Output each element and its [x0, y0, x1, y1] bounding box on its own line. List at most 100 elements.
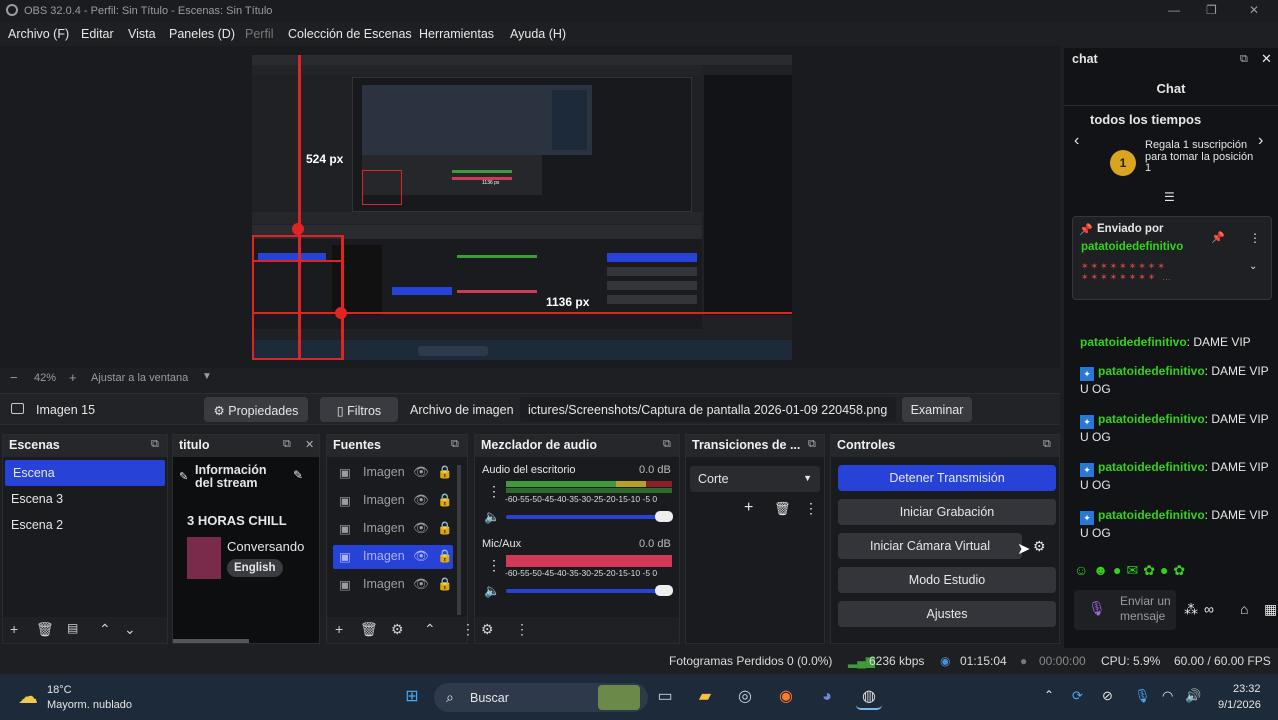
trash-icon[interactable]: 🗑 — [774, 501, 791, 517]
float-icon[interactable]: ⧉ — [1043, 438, 1051, 451]
scrollbar[interactable] — [173, 639, 249, 643]
lock-icon[interactable]: 🔒 — [437, 493, 453, 508]
connections-icon[interactable]: ⁂ — [1184, 601, 1198, 618]
chevron-up-icon[interactable]: ⌃ — [1044, 688, 1054, 702]
eye-hidden-icon[interactable]: 👁 — [413, 493, 429, 508]
obs-taskbar-icon[interactable]: ◍ — [856, 684, 882, 710]
filters-button[interactable]: ▯ Filtros — [320, 397, 398, 422]
pin-icon[interactable]: 📌 — [1211, 231, 1225, 244]
minimize-icon[interactable]: — — [1168, 3, 1180, 17]
eye-hidden-icon[interactable]: 👁 — [413, 549, 429, 564]
eye-hidden-icon[interactable]: 👁 — [413, 577, 429, 592]
volume-slider-handle[interactable] — [655, 511, 673, 522]
trash-icon[interactable]: 🗑 — [360, 621, 378, 638]
add-icon[interactable]: + — [335, 621, 343, 637]
menu-paneles[interactable]: Paneles (D) — [169, 27, 235, 41]
close-icon[interactable]: ✕ — [1261, 51, 1272, 67]
volume-icon[interactable]: 🔊 — [1185, 688, 1201, 704]
windows-start-icon[interactable]: ⊞ — [399, 684, 425, 710]
filter-icon[interactable]: ▤ — [67, 621, 78, 635]
add-icon[interactable]: + — [744, 499, 753, 517]
network-off-icon[interactable]: ⊘ — [1102, 688, 1113, 704]
add-icon[interactable]: + — [10, 621, 18, 637]
eye-hidden-icon[interactable]: 👁 — [413, 521, 429, 536]
gear-icon[interactable]: ⚙ — [391, 621, 404, 638]
weather-icon[interactable]: ☁ — [18, 684, 38, 709]
close-icon[interactable]: ✕ — [1249, 3, 1259, 17]
emote-bar[interactable]: ☺☻●✉✿●✿ — [1074, 562, 1190, 579]
wifi-icon[interactable]: ◠ — [1162, 688, 1173, 704]
lock-icon[interactable]: 🔒 — [437, 521, 453, 536]
store-icon[interactable]: ⌂ — [1240, 601, 1248, 617]
chevron-down-icon[interactable]: ⌄ — [1249, 261, 1257, 272]
more-icon[interactable]: ⋮ — [515, 621, 529, 638]
lock-icon[interactable]: 🔒 — [437, 577, 453, 592]
sync-icon[interactable]: ⟳ — [1072, 688, 1083, 704]
task-view-icon[interactable]: ▭ — [652, 684, 678, 710]
steam-icon[interactable]: ◎ — [732, 684, 758, 710]
properties-button[interactable]: ⚙ Propiedades — [204, 397, 308, 422]
browse-button[interactable]: Examinar — [902, 397, 972, 422]
float-icon[interactable]: ⧉ — [808, 438, 816, 451]
eye-hidden-icon[interactable]: 👁 — [413, 465, 429, 480]
start-virtual-camera-button[interactable]: Iniciar Cámara Virtual — [838, 533, 1022, 559]
volume-slider[interactable] — [506, 515, 666, 519]
zoom-out-icon[interactable]: − — [10, 370, 18, 385]
float-icon[interactable]: ⧉ — [451, 438, 459, 451]
taskbar-search[interactable]: ⌕ Buscar — [434, 683, 648, 712]
menu-perfil[interactable]: Perfil — [245, 27, 273, 41]
source-item-selected[interactable]: ▣ Imagen 👁 🔒 — [333, 545, 453, 569]
speaker-icon[interactable]: 🔈 — [484, 583, 500, 599]
scrollbar[interactable] — [457, 465, 461, 615]
lock-icon[interactable]: 🔒 — [437, 549, 453, 564]
scene-item[interactable]: Escena 3 — [3, 486, 167, 512]
more-icon[interactable]: ⋮ — [487, 557, 501, 574]
gear-icon[interactable]: ⚙ — [1033, 538, 1046, 555]
float-icon[interactable]: ⧉ — [663, 438, 671, 451]
volume-slider-handle[interactable] — [655, 585, 673, 596]
source-item[interactable]: ▣ Imagen 👁 🔒 — [333, 517, 453, 541]
float-icon[interactable]: ⧉ — [151, 438, 159, 451]
chevron-right-icon[interactable]: › — [1258, 132, 1263, 150]
firefox-icon[interactable]: ◉ — [773, 684, 799, 710]
collapse-icon[interactable]: ☰ — [1164, 190, 1175, 204]
lock-icon[interactable]: 🔒 — [437, 465, 453, 480]
settings-button[interactable]: Ajustes — [838, 601, 1056, 627]
microphone-icon[interactable]: 🎙 — [1134, 688, 1151, 704]
menu-herramientas[interactable]: Herramientas — [419, 27, 494, 41]
more-icon[interactable]: ⋮ — [487, 483, 501, 500]
fit-to-window[interactable]: Ajustar a la ventana — [91, 372, 188, 384]
microphone-icon[interactable]: 🎙 — [1088, 600, 1106, 617]
close-icon[interactable]: ✕ — [305, 438, 314, 451]
studio-mode-button[interactable]: Modo Estudio — [838, 567, 1056, 593]
more-icon[interactable]: ⋮ — [1249, 231, 1261, 245]
menu-coleccion-escenas[interactable]: Colección de Escenas — [288, 27, 412, 41]
source-item[interactable]: ▣ Imagen 👁 🔒 — [333, 573, 453, 597]
grid-icon[interactable]: ▦ — [1264, 601, 1277, 618]
chevron-left-icon[interactable]: ‹ — [1074, 132, 1079, 150]
volume-slider[interactable] — [506, 589, 666, 593]
chevron-down-icon[interactable]: ⌄ — [124, 621, 136, 638]
float-icon[interactable]: ⧉ — [283, 438, 291, 451]
stop-streaming-button[interactable]: Detener Transmisión — [838, 465, 1056, 491]
maximize-icon[interactable]: ❐ — [1206, 3, 1217, 17]
chevron-up-icon[interactable]: ⌃ — [99, 621, 111, 638]
file-path-field[interactable]: ictures/Screenshots/Captura de pantalla … — [520, 397, 896, 422]
scene-item[interactable]: Escena — [5, 460, 165, 486]
discord-icon[interactable]: ◕ — [814, 684, 840, 710]
trash-icon[interactable]: 🗑 — [36, 621, 54, 638]
float-icon[interactable]: ⧉ — [1240, 53, 1248, 66]
zoom-in-icon[interactable]: + — [69, 370, 77, 385]
start-recording-button[interactable]: Iniciar Grabación — [838, 499, 1056, 525]
menu-archivo[interactable]: Archivo (F) — [8, 27, 69, 41]
menu-ayuda[interactable]: Ayuda (H) — [510, 27, 566, 41]
gear-icon[interactable]: ⚙ — [481, 621, 494, 638]
more-icon[interactable]: ⋮ — [461, 621, 475, 638]
chevron-up-icon[interactable]: ⌃ — [424, 621, 436, 638]
source-item[interactable]: ▣ Imagen 👁 🔒 — [333, 461, 453, 485]
source-item[interactable]: ▣ Imagen 👁 🔒 — [333, 489, 453, 513]
infinity-icon[interactable]: ∞ — [1204, 601, 1214, 617]
file-explorer-icon[interactable]: ▰ — [692, 684, 718, 710]
more-icon[interactable]: ⋮ — [804, 500, 818, 517]
edit-icon[interactable]: ✎ — [293, 468, 303, 482]
